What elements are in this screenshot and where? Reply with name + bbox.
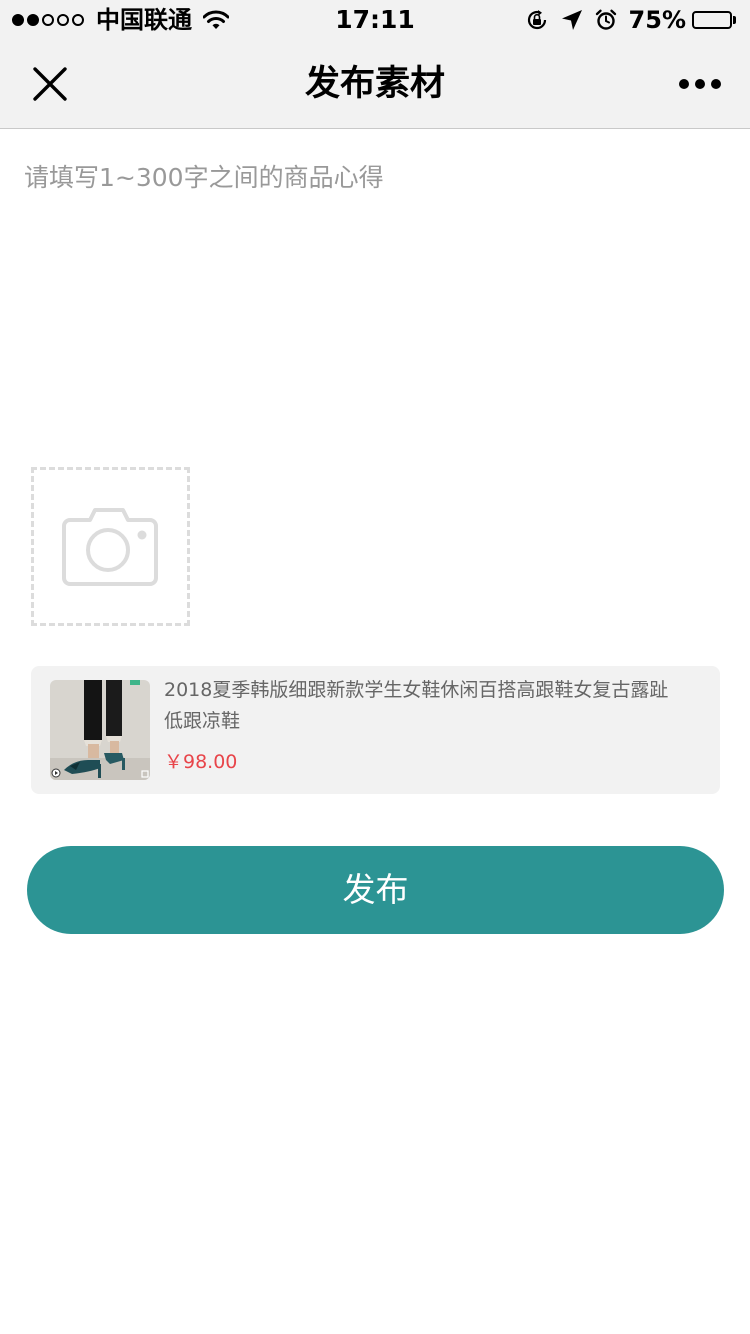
rotation-lock-icon xyxy=(525,8,549,32)
more-icon xyxy=(679,79,689,89)
product-image xyxy=(50,680,150,780)
location-arrow-icon xyxy=(561,9,583,31)
camera-icon xyxy=(61,507,158,586)
battery-icon xyxy=(692,10,738,30)
product-title: 2018夏季韩版细跟新款学生女鞋休闲百搭高跟鞋女复古露趾低跟凉鞋 xyxy=(164,679,669,732)
add-photo-button[interactable] xyxy=(31,467,190,626)
more-icon xyxy=(711,79,721,89)
product-card[interactable]: 2018夏季韩版细跟新款学生女鞋休闲百搭高跟鞋女复古露趾低跟凉鞋 ￥98.00 xyxy=(31,666,720,794)
more-button[interactable] xyxy=(668,62,732,106)
alarm-icon xyxy=(595,9,617,31)
nav-bar: 发布素材 xyxy=(0,40,750,129)
status-bar-right: 75% xyxy=(513,0,738,40)
status-bar: 中国联通 17:11 75% xyxy=(0,0,750,40)
battery-percent: 75% xyxy=(628,6,686,34)
page-title: 发布素材 xyxy=(304,64,445,104)
more-icon xyxy=(695,79,705,89)
experience-textarea[interactable] xyxy=(24,150,726,448)
publish-button[interactable]: 发布 xyxy=(27,846,724,934)
product-price: ￥98.00 xyxy=(164,751,238,773)
